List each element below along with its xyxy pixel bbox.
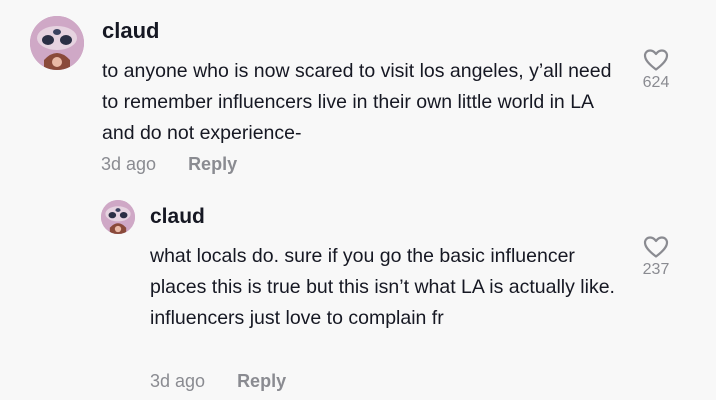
- comment-username[interactable]: claud: [150, 205, 205, 229]
- comment-timestamp: 3d ago: [101, 154, 157, 174]
- avatar[interactable]: [101, 200, 135, 234]
- avatar[interactable]: [30, 16, 84, 70]
- heart-outline-icon: [643, 48, 669, 72]
- comment-meta: 3d ago Reply: [150, 371, 286, 392]
- comment-username[interactable]: claud: [102, 18, 159, 44]
- like-count: 237: [642, 261, 670, 278]
- like-button[interactable]: 237: [626, 235, 686, 279]
- comment-meta: 3d ago Reply: [101, 154, 237, 175]
- heart-outline-icon: [643, 235, 669, 259]
- like-button[interactable]: 624: [626, 48, 686, 92]
- comment-text: to anyone who is now scared to visit los…: [102, 60, 612, 144]
- reply-comment-item: claud what locals do. sure if you go the…: [0, 190, 716, 400]
- comment-text: what locals do. sure if you go the basic…: [150, 245, 615, 329]
- reply-button[interactable]: Reply: [188, 154, 237, 175]
- comment-item: claud to anyone who is now scared to vis…: [0, 0, 716, 190]
- reply-button[interactable]: Reply: [237, 371, 286, 392]
- like-count: 624: [642, 74, 670, 91]
- comment-timestamp: 3d ago: [150, 371, 206, 391]
